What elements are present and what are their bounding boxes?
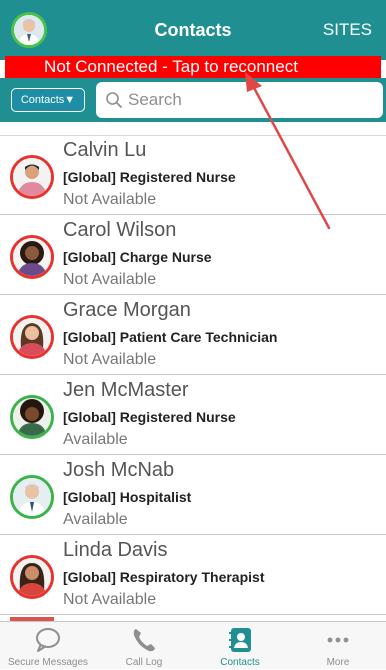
- tab-label: Contacts: [220, 657, 260, 668]
- tab-call-log[interactable]: Call Log: [96, 622, 192, 670]
- contact-name: Carol Wilson: [63, 219, 177, 241]
- contact-avatar: [10, 555, 54, 599]
- contacts-book-icon: [229, 628, 251, 652]
- contact-row[interactable]: Grace Morgan [Global] Patient Care Techn…: [0, 295, 386, 375]
- contact-list: Calvin Lu [Global] Registered Nurse Not …: [0, 135, 386, 615]
- contact-avatar: [10, 395, 54, 439]
- tab-label: Secure Messages: [7, 657, 89, 668]
- contact-role: [Global] Hospitalist: [63, 489, 192, 505]
- contact-row[interactable]: Carol Wilson [Global] Charge Nurse Not A…: [0, 215, 386, 295]
- person-photo-icon: [13, 398, 51, 436]
- search-icon: [106, 92, 122, 108]
- contact-name: Jen McMaster: [63, 379, 189, 401]
- contact-name: Grace Morgan: [63, 299, 191, 321]
- contact-name: Calvin Lu: [63, 139, 147, 161]
- phone-icon: [133, 629, 155, 652]
- contact-row[interactable]: Jen McMaster [Global] Registered Nurse A…: [0, 375, 386, 455]
- nav-header: Contacts SITES: [0, 0, 386, 60]
- tab-more[interactable]: More: [290, 622, 386, 670]
- contact-avatar: [10, 235, 54, 279]
- search-input[interactable]: [128, 88, 368, 112]
- contact-status: Not Available: [63, 271, 157, 288]
- contact-name: Linda Davis: [63, 539, 168, 561]
- more-dots-icon: [327, 637, 349, 643]
- contact-role: [Global] Registered Nurse: [63, 409, 236, 425]
- chat-bubble-icon: [36, 628, 60, 652]
- contact-name: Josh McNab: [63, 459, 175, 481]
- contact-avatar: [10, 315, 54, 359]
- connection-banner[interactable]: Not Connected - Tap to reconnect: [5, 56, 381, 78]
- contact-status: Available: [63, 511, 128, 528]
- contact-row[interactable]: Linda Davis [Global] Respiratory Therapi…: [0, 535, 386, 615]
- tab-secure-messages[interactable]: Secure Messages: [0, 622, 96, 670]
- contact-row[interactable]: Calvin Lu [Global] Registered Nurse Not …: [0, 135, 386, 215]
- sites-button[interactable]: SITES: [323, 20, 372, 40]
- person-photo-icon: [13, 318, 51, 356]
- tab-bar: Secure Messages Call Log Contacts More: [0, 621, 386, 669]
- tab-label: More: [326, 657, 350, 668]
- contact-role: [Global] Patient Care Technician: [63, 329, 278, 345]
- contact-avatar: [10, 475, 54, 519]
- contact-status: Not Available: [63, 351, 157, 368]
- person-photo-icon: [13, 558, 51, 596]
- contact-status: Not Available: [63, 591, 157, 608]
- contact-status: Available: [63, 431, 128, 448]
- contact-avatar: [10, 155, 54, 199]
- tab-contacts[interactable]: Contacts: [192, 622, 288, 670]
- person-photo-icon: [13, 238, 51, 276]
- person-photo-icon: [13, 478, 51, 516]
- contact-role: [Global] Registered Nurse: [63, 169, 236, 185]
- contact-row[interactable]: Josh McNab [Global] Hospitalist Availabl…: [0, 455, 386, 535]
- contact-role: [Global] Charge Nurse: [63, 249, 212, 265]
- contact-role: [Global] Respiratory Therapist: [63, 569, 265, 585]
- contact-status: Not Available: [63, 191, 157, 208]
- tab-label: Call Log: [125, 657, 163, 668]
- person-photo-icon: [13, 158, 51, 196]
- contacts-scope-dropdown[interactable]: Contacts▼: [11, 88, 85, 112]
- search-field[interactable]: [96, 82, 383, 118]
